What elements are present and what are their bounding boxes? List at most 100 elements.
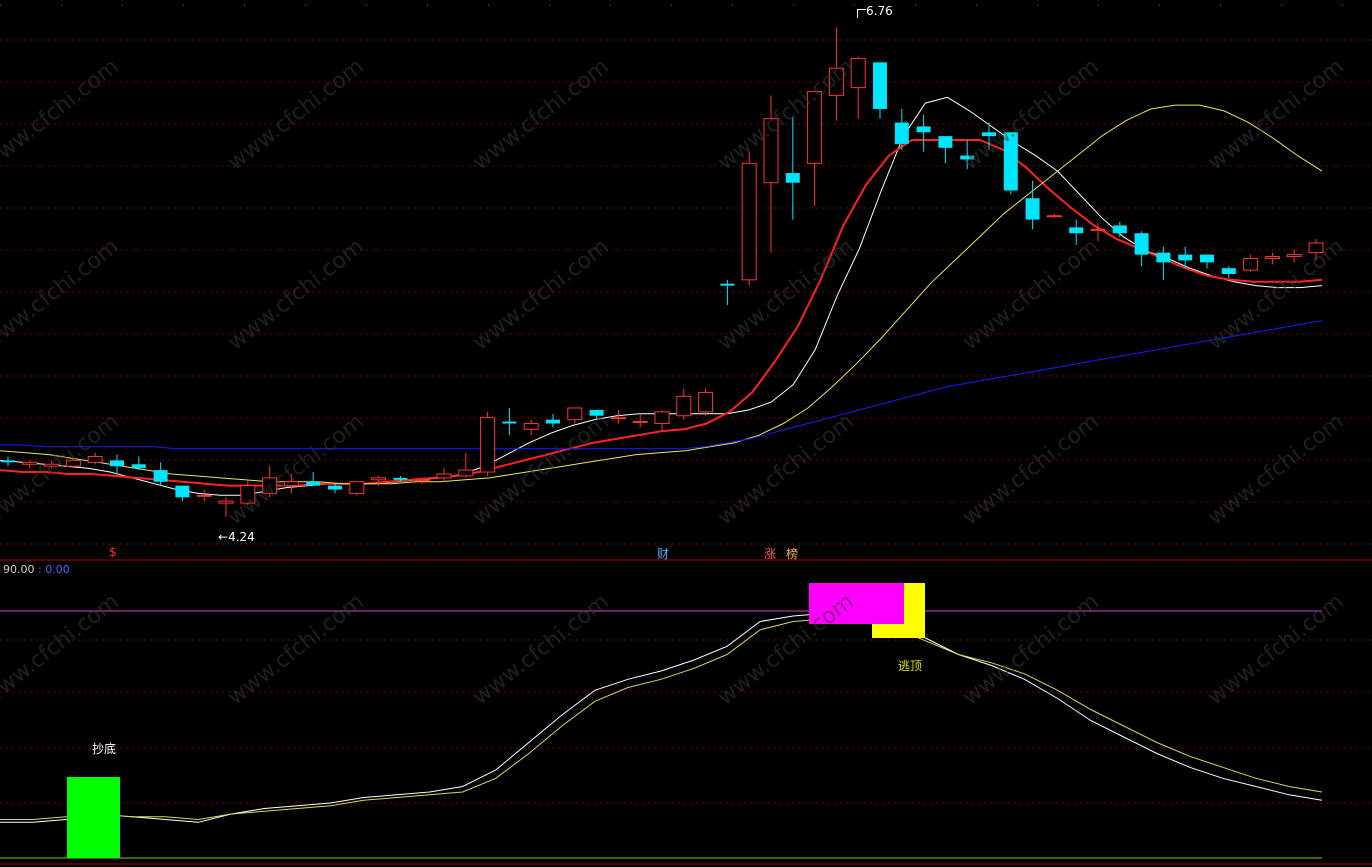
candle-body-down xyxy=(1112,225,1127,234)
indicator-readout: 90.00 : 0.00 xyxy=(3,563,70,576)
kline-chart: www.cfchi.com www.cfchi.com www.cfchi.com w… xyxy=(0,4,1372,865)
ma-white xyxy=(0,96,1323,496)
candle-body-up xyxy=(87,456,103,463)
price-panel xyxy=(0,27,1324,517)
candle xyxy=(567,407,583,424)
candle-body-down xyxy=(110,460,124,467)
candle-body-up xyxy=(698,391,714,413)
candle-body-up xyxy=(349,481,365,494)
candle-body-down xyxy=(393,477,408,480)
candle xyxy=(523,419,539,436)
candle xyxy=(676,388,692,420)
candle-body-down xyxy=(1025,198,1040,220)
candle-body-up xyxy=(436,473,452,479)
candle xyxy=(894,108,909,150)
top-signal-label: 逃顶 xyxy=(898,659,923,673)
candle-body-up xyxy=(1286,254,1302,258)
ma-yellow xyxy=(0,104,1323,485)
candle xyxy=(110,454,124,474)
candle-body-up xyxy=(458,469,474,477)
candle xyxy=(1264,252,1280,265)
high-price-value: 6.76 xyxy=(866,4,893,18)
candle-body-down xyxy=(1134,233,1149,255)
candle-body-up xyxy=(414,479,430,482)
candle-body-up xyxy=(1090,228,1106,231)
watermark-text: www.cfchi.com xyxy=(1203,234,1348,355)
candle xyxy=(546,413,560,428)
watermark-text: www.cfchi.com xyxy=(958,409,1103,530)
bottom-signal-label: 抄底 xyxy=(92,742,117,756)
candle-body-down xyxy=(306,481,321,486)
indicator-line-0 xyxy=(0,612,1323,823)
candle xyxy=(1221,266,1236,278)
candle xyxy=(1090,223,1106,241)
candle-body-down xyxy=(938,136,953,148)
candle xyxy=(328,483,342,494)
candle xyxy=(1,456,15,467)
indicator-line-1 xyxy=(0,618,1323,821)
candle xyxy=(1112,221,1127,238)
candle-body-down xyxy=(1069,227,1084,234)
watermark-text: www.cfchi.com xyxy=(958,234,1103,355)
candle xyxy=(850,56,866,119)
candle xyxy=(196,489,212,502)
indicator-value-90: 90.00 xyxy=(3,563,35,576)
ma-blue xyxy=(0,320,1323,450)
candle-body-down xyxy=(1200,254,1214,263)
candle-body-up xyxy=(22,461,38,465)
watermark-text: www.cfchi.com xyxy=(0,409,124,530)
watermark-layer: www.cfchi.com www.cfchi.com www.cfchi.com w… xyxy=(0,54,1349,710)
candle-body-down xyxy=(131,464,146,469)
candle xyxy=(698,388,714,416)
high-price-label: 6.76 xyxy=(857,4,893,18)
candle-body-up xyxy=(741,162,757,281)
candle-body-up xyxy=(1264,256,1280,259)
watermark-text: www.cfchi.com xyxy=(468,54,613,175)
candle-body-up xyxy=(676,395,692,417)
candle-body-up xyxy=(218,500,234,504)
candle xyxy=(741,151,757,286)
candle-body-down xyxy=(1,460,15,463)
candle xyxy=(654,409,670,432)
watermark-text: www.cfchi.com xyxy=(958,54,1103,175)
watermark-text: www.cfchi.com xyxy=(1203,54,1348,175)
watermark-text: www.cfchi.com xyxy=(468,234,613,355)
indicator-panel xyxy=(0,583,1323,859)
candle xyxy=(1156,246,1171,280)
candle-body-up xyxy=(610,417,626,420)
candle xyxy=(436,468,452,482)
candle xyxy=(502,407,517,436)
candle-body-down xyxy=(1221,268,1236,274)
candle-body-up xyxy=(480,417,496,473)
candle-body-down xyxy=(873,62,887,109)
candle-body-down xyxy=(785,173,800,183)
candle xyxy=(153,462,168,486)
candle xyxy=(1200,254,1214,269)
candle xyxy=(785,116,800,220)
candle xyxy=(349,481,365,496)
candle-body-up xyxy=(371,477,387,481)
candle xyxy=(873,62,887,119)
candle xyxy=(1243,254,1259,273)
candle-body-up xyxy=(196,494,212,497)
candle xyxy=(1134,231,1149,267)
candle xyxy=(1025,180,1040,230)
candle-body-up xyxy=(1046,215,1062,218)
watermark-text: www.cfchi.com xyxy=(223,409,368,530)
candle xyxy=(938,136,953,164)
candle-body-down xyxy=(894,122,909,144)
marker-dollar: $ xyxy=(109,545,117,559)
marker-board: 榜 xyxy=(786,547,799,561)
candle-body-down xyxy=(1156,252,1171,263)
watermark-text: www.cfchi.com xyxy=(223,54,368,175)
marker-rise: 涨 xyxy=(764,547,777,561)
candle-body-up xyxy=(567,407,583,421)
candle xyxy=(1046,213,1062,218)
ma-red xyxy=(0,139,1323,487)
watermark-text: www.cfchi.com xyxy=(0,234,124,355)
candle-body-down xyxy=(153,470,168,482)
watermark-text: www.cfchi.com xyxy=(1203,409,1348,530)
watermark-text: www.cfchi.com xyxy=(0,54,124,175)
candle xyxy=(458,452,474,478)
candle xyxy=(916,114,931,152)
